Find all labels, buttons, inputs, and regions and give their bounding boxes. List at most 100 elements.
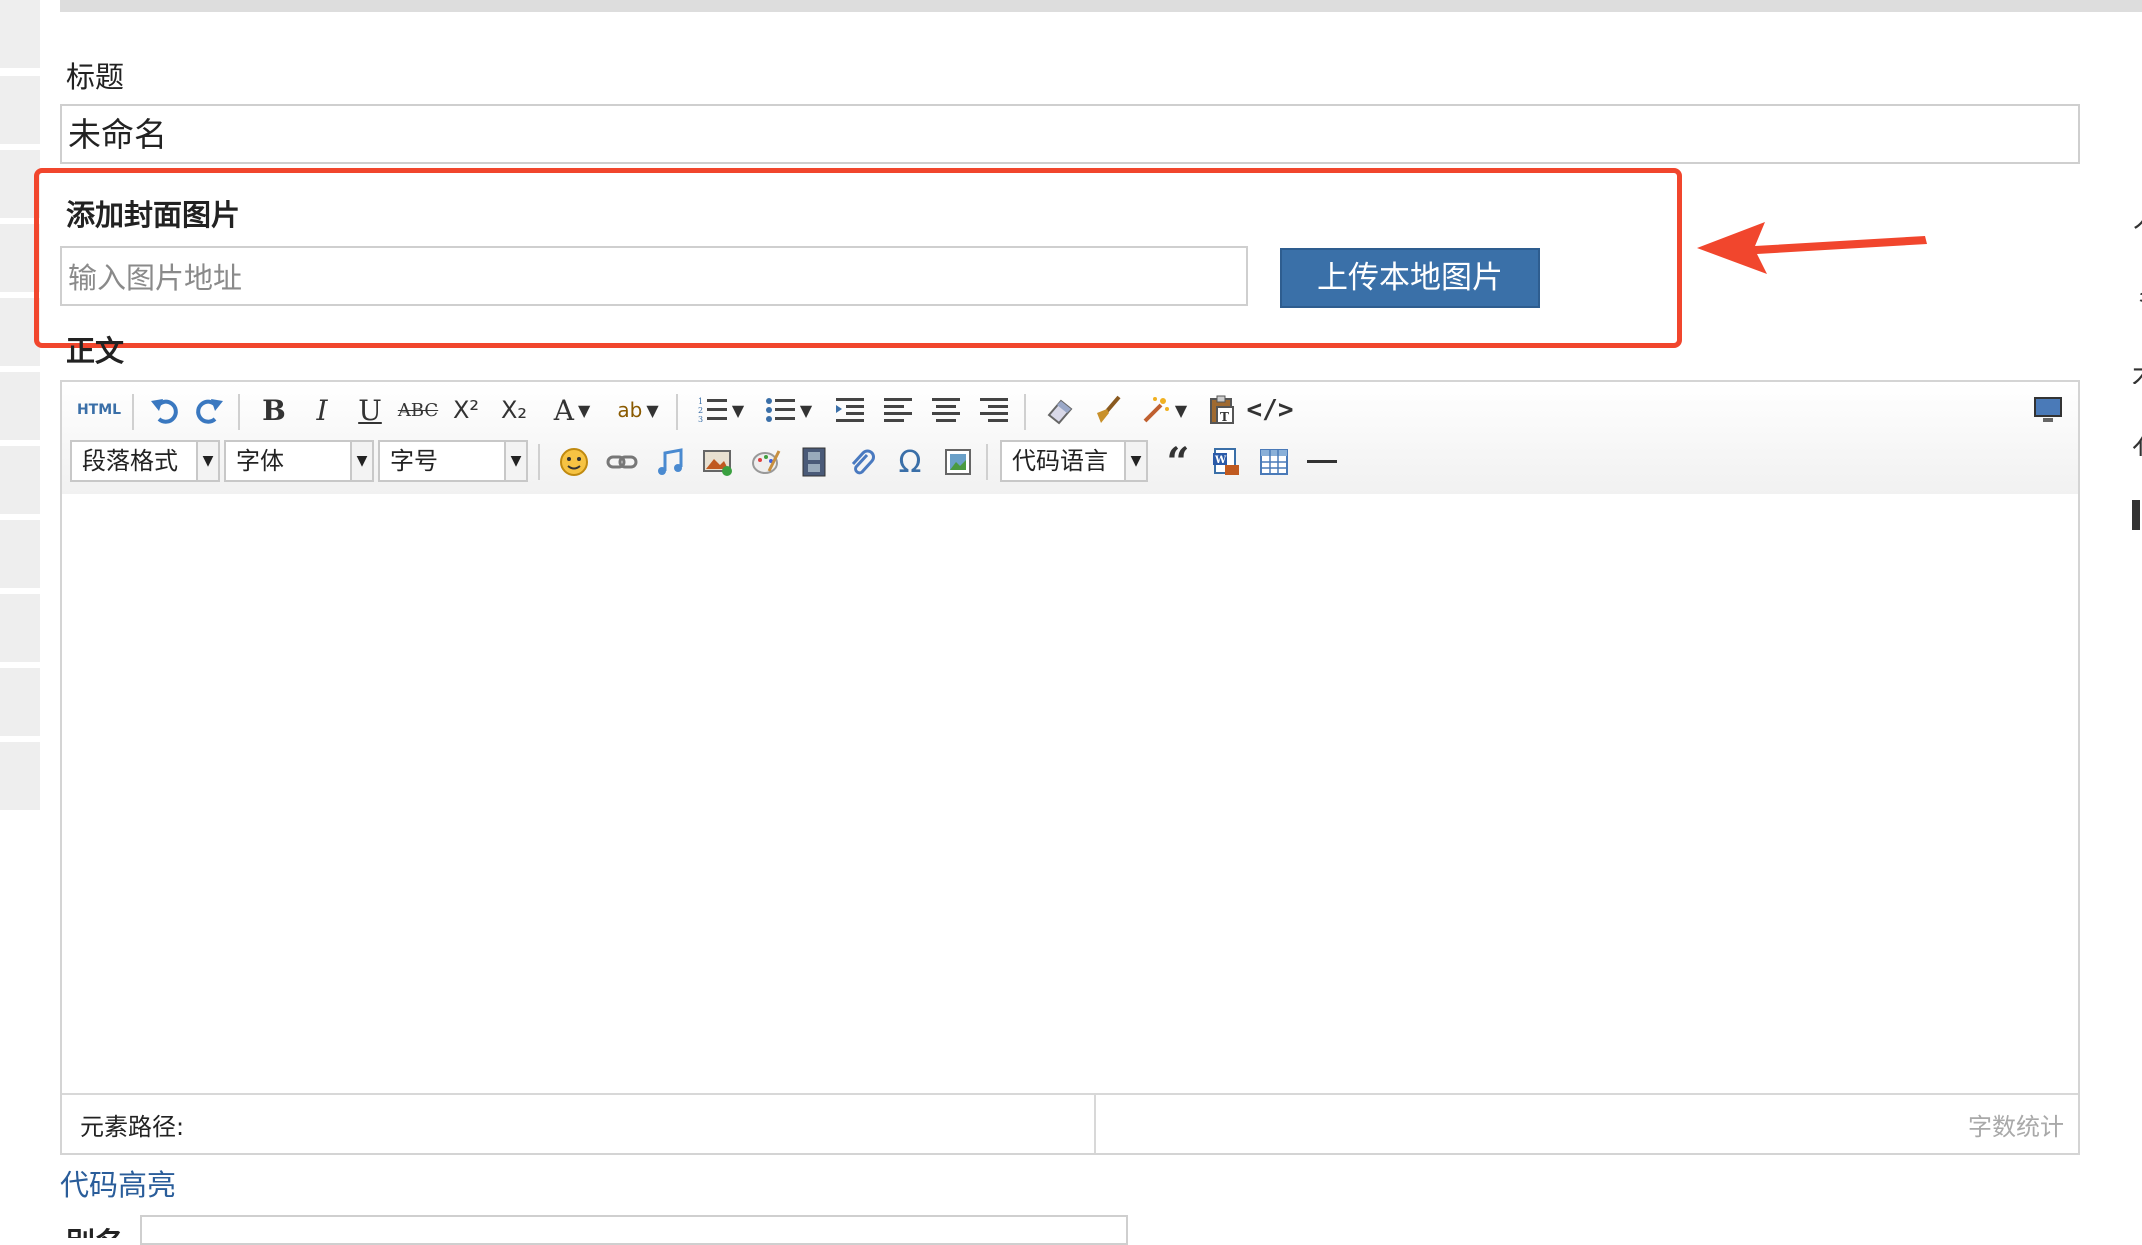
word-document-icon: W — [1213, 448, 1239, 475]
special-characters-button[interactable]: Ω — [890, 442, 930, 482]
paste-plain-text-button[interactable]: T — [1202, 390, 1242, 430]
html-source-button[interactable]: HTML — [72, 390, 126, 430]
image-icon — [703, 450, 732, 476]
indent-button[interactable] — [830, 390, 870, 430]
table-icon — [1260, 449, 1288, 475]
sidebar-gutter-block — [0, 446, 40, 514]
undo-button[interactable] — [144, 390, 184, 430]
chevron-down-icon: ▼ — [350, 442, 372, 480]
toolbar-separator — [132, 394, 134, 430]
font-family-select[interactable]: 字体 ▼ — [224, 440, 374, 482]
toolbar-separator — [238, 394, 240, 430]
font-size-select[interactable]: 字号 ▼ — [378, 440, 528, 482]
sidebar-gutter-block — [0, 0, 40, 68]
clear-format-button[interactable] — [1040, 390, 1080, 430]
insert-video-button[interactable] — [794, 442, 834, 482]
align-center-button[interactable] — [926, 390, 966, 430]
scrawl-button[interactable] — [746, 442, 786, 482]
editor-status-bar: 元素路径: 字数统计 — [62, 1093, 2078, 1153]
annotation-arrow-icon — [1697, 222, 1927, 274]
sidebar-gutter-block — [0, 76, 40, 144]
insert-image-button[interactable] — [698, 442, 738, 482]
alias-label-container: 别名 — [66, 1218, 124, 1238]
superscript-button[interactable]: X² — [446, 390, 486, 430]
alias-input[interactable] — [140, 1215, 1128, 1245]
chevron-down-icon: ▼ — [577, 400, 591, 420]
horizontal-rule-button[interactable] — [1302, 442, 1342, 482]
bold-button[interactable]: B — [254, 390, 294, 430]
font-color-button[interactable]: A ▼ — [544, 390, 600, 430]
cutoff-glyph: ⽊ — [2132, 354, 2142, 384]
insert-frame-button[interactable] — [938, 442, 978, 482]
code-highlight-link[interactable]: 代码高亮 — [60, 1162, 176, 1204]
sidebar-gutter-block — [0, 372, 40, 440]
chevron-down-icon: ▼ — [504, 442, 526, 480]
underline-button[interactable]: U — [350, 390, 390, 430]
cutoff-glyph: ▍ — [2132, 500, 2142, 530]
highlight-color-button[interactable]: ab ▼ — [608, 390, 668, 430]
magic-wand-icon — [1143, 397, 1169, 423]
blockquote-button[interactable]: “ — [1158, 439, 1198, 486]
unordered-list-icon — [765, 398, 795, 422]
sidebar-gutter-block — [0, 520, 40, 588]
body-label: 正文 — [66, 334, 125, 368]
svg-text:T: T — [1220, 410, 1229, 424]
cutoff-glyph: ⺀ — [2132, 282, 2142, 312]
toolbar-separator — [676, 394, 678, 430]
fullscreen-button[interactable] — [2028, 390, 2068, 430]
format-painter-button[interactable] — [1088, 390, 1128, 430]
sidebar-gutter-block — [0, 594, 40, 662]
paragraph-format-select[interactable]: 段落格式 ▼ — [70, 440, 220, 482]
word-count-label: 字数统计 — [1968, 1113, 2064, 1141]
attachment-button[interactable] — [842, 442, 882, 482]
insert-code-button[interactable]: </> — [1247, 390, 1294, 430]
auto-format-button[interactable]: ▼ — [1136, 390, 1192, 430]
font-color-icon: A — [553, 393, 574, 427]
emoticon-button[interactable] — [554, 442, 594, 482]
toolbar-separator — [986, 444, 988, 480]
align-left-icon — [884, 398, 912, 422]
chevron-down-icon: ▼ — [1124, 442, 1146, 480]
font-size-value: 字号 — [390, 447, 438, 475]
subscript-button[interactable]: X₂ — [494, 390, 534, 430]
font-family-value: 字体 — [236, 447, 284, 475]
ordered-list-button[interactable]: 1 2 3 ▼ — [692, 390, 750, 430]
unordered-list-button[interactable]: ▼ — [760, 390, 818, 430]
chevron-down-icon: ▼ — [196, 442, 218, 480]
align-left-button[interactable] — [878, 390, 918, 430]
omega-icon: Ω — [898, 444, 922, 480]
chevron-down-icon: ▼ — [646, 400, 659, 420]
ordered-list-icon: 123 — [698, 397, 727, 424]
align-right-button[interactable] — [974, 390, 1014, 430]
code-language-select[interactable]: 代码语言 ▼ — [1000, 440, 1148, 482]
svg-text:3: 3 — [698, 415, 703, 424]
editor-content-area[interactable] — [62, 494, 2078, 1095]
word-image-button[interactable]: W — [1206, 442, 1246, 482]
title-label: 标题 — [66, 60, 125, 94]
paste-icon: T — [1210, 395, 1234, 424]
chevron-down-icon: ▼ — [1174, 400, 1188, 420]
alias-label: 别名 — [66, 1220, 124, 1238]
insert-music-button[interactable] — [650, 442, 690, 482]
quote-icon: “ — [1166, 438, 1190, 486]
brush-icon — [1097, 395, 1121, 423]
redo-button[interactable] — [190, 390, 230, 430]
insert-table-button[interactable] — [1254, 442, 1294, 482]
title-input[interactable]: 未命名 — [60, 104, 2080, 164]
italic-button[interactable]: I — [302, 390, 342, 430]
sidebar-gutter-block — [0, 742, 40, 810]
code-language-value: 代码语言 — [1012, 447, 1108, 475]
paperclip-icon — [851, 449, 875, 475]
smiley-icon — [560, 448, 588, 476]
picture-frame-icon — [945, 449, 971, 475]
sidebar-gutter-block — [0, 668, 40, 736]
music-icon — [658, 448, 683, 475]
insert-link-button[interactable] — [602, 442, 642, 482]
strikethrough-button[interactable]: ABC — [398, 390, 438, 430]
rich-text-editor: HTML B I U ABC X² X₂ A▼ ab▼ 123▼ ▼ — [60, 380, 2080, 1155]
align-center-icon — [932, 398, 960, 422]
redo-icon — [196, 399, 223, 424]
link-icon — [606, 455, 638, 469]
eraser-icon — [1047, 399, 1073, 425]
code-icon: </> — [1246, 395, 1294, 425]
